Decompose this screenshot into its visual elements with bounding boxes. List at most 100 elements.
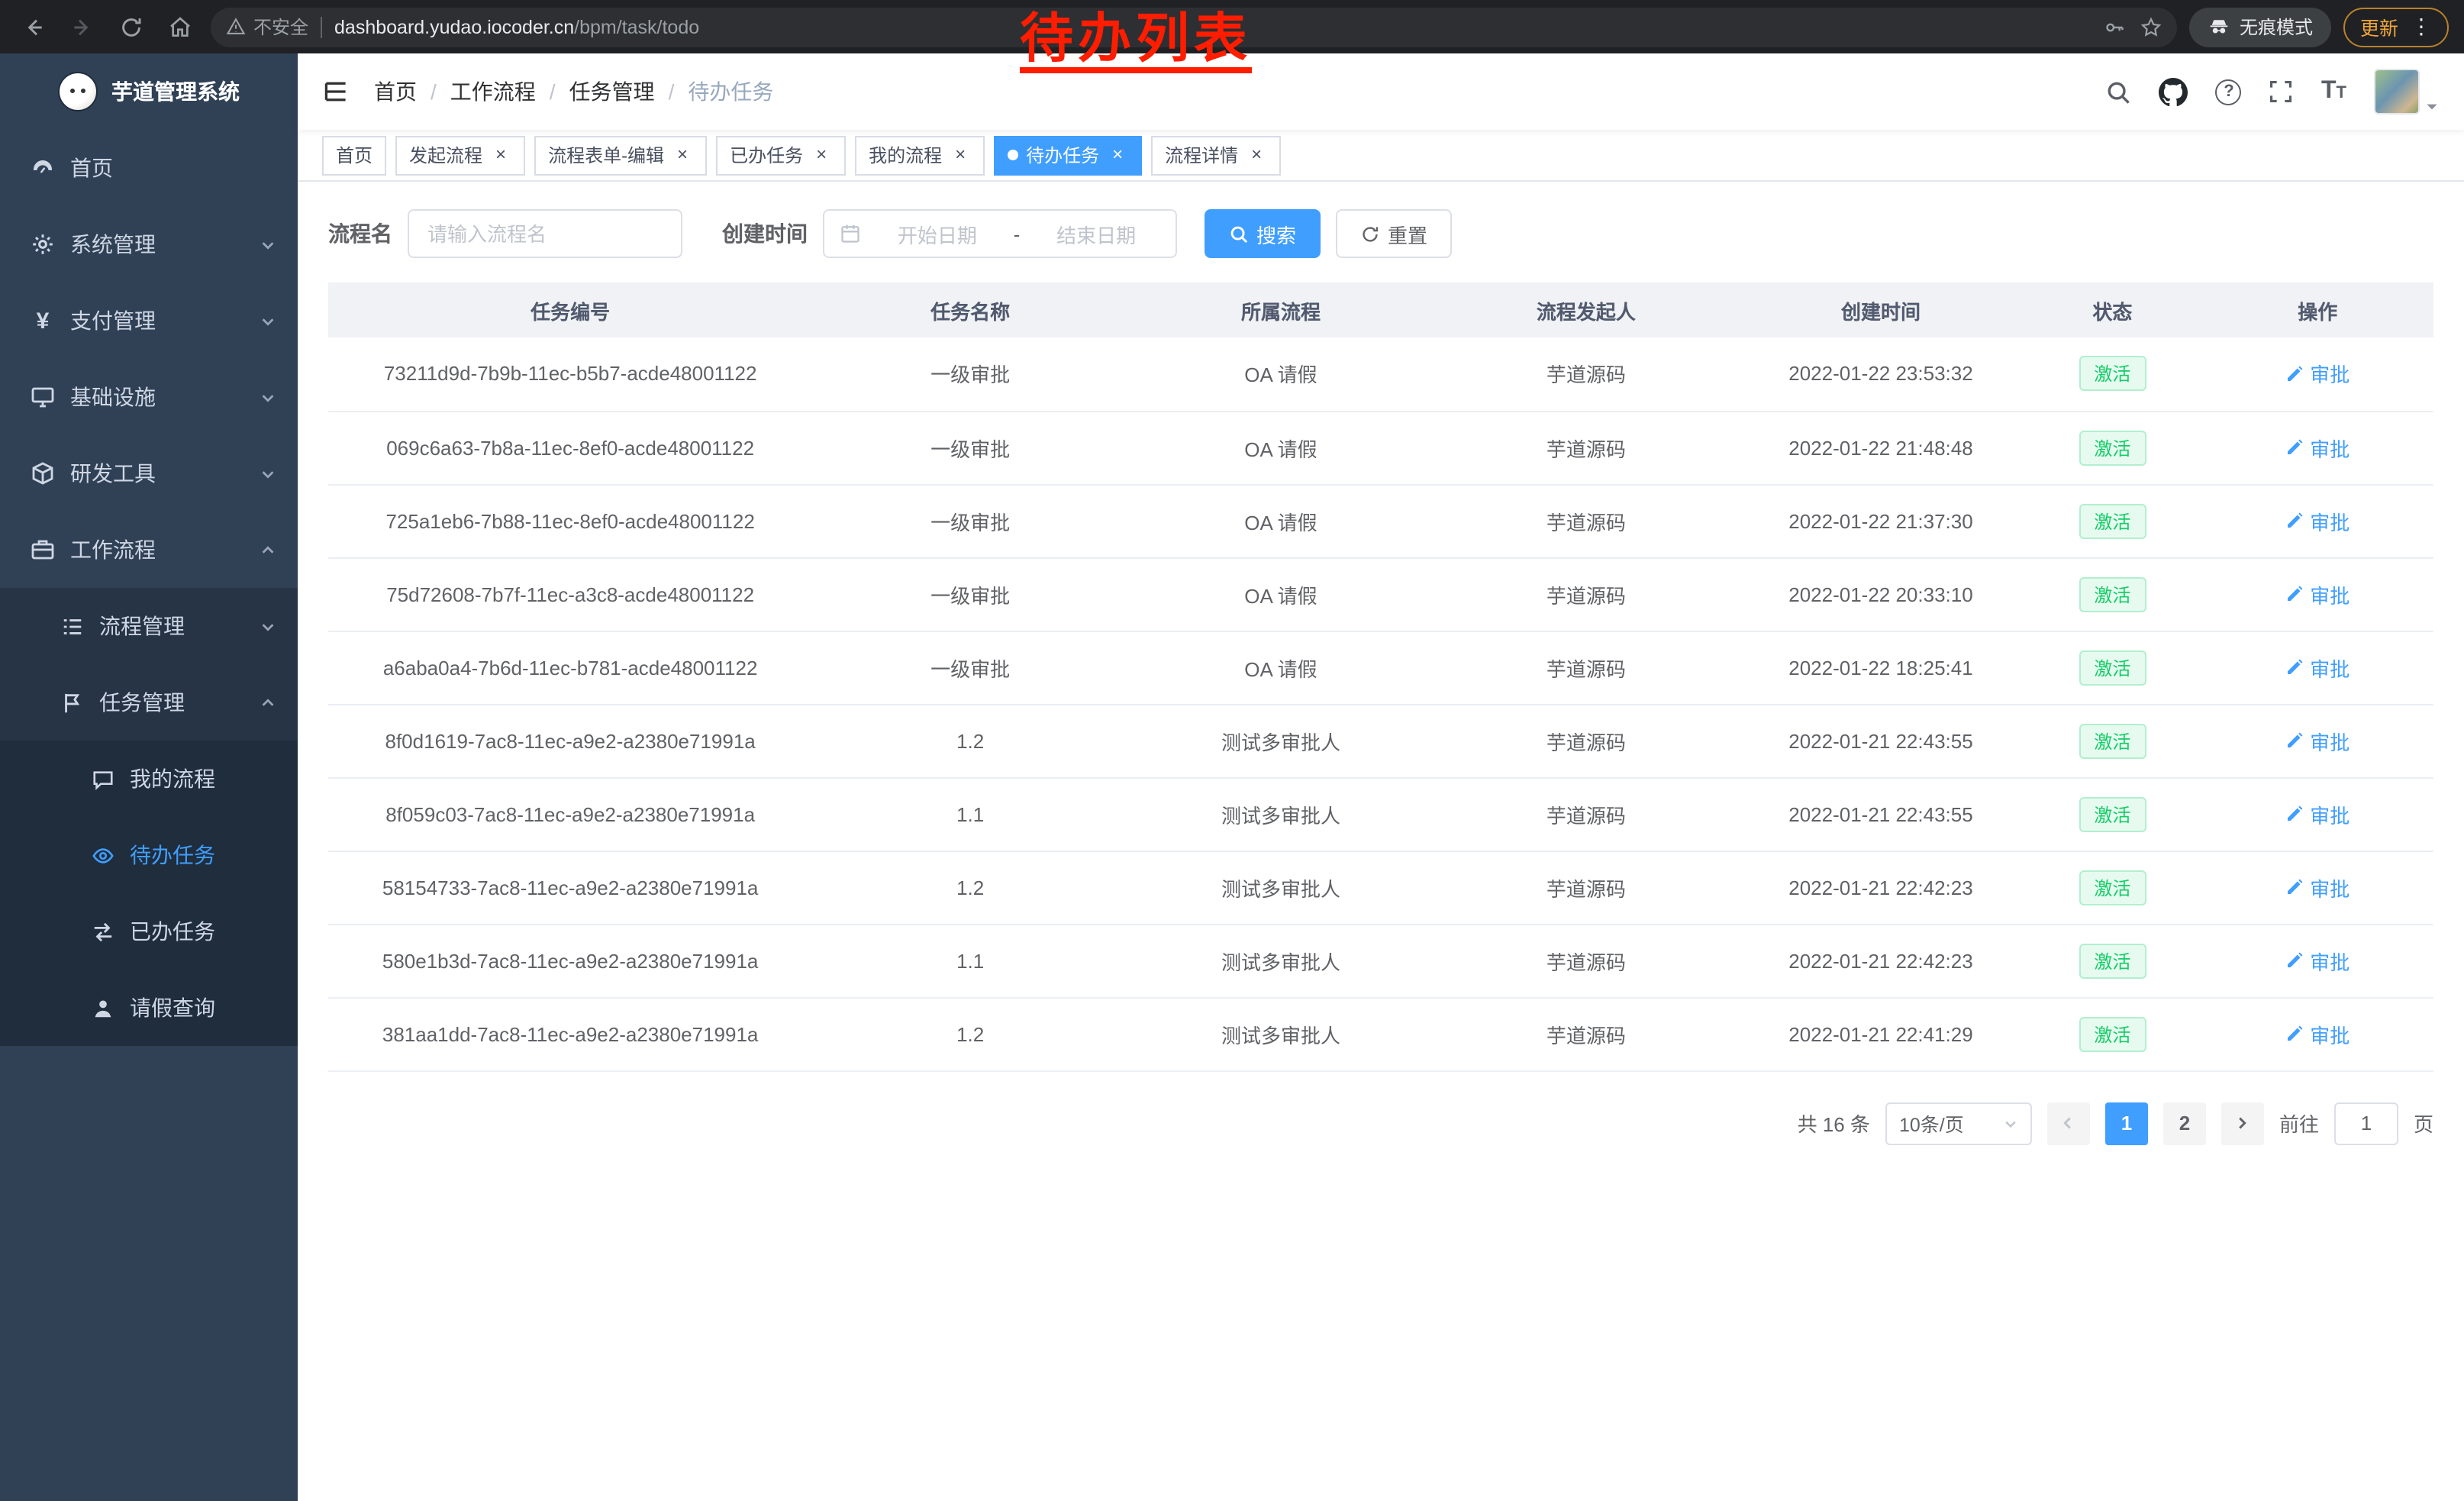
avatar[interactable] bbox=[2374, 69, 2420, 115]
reload-icon[interactable] bbox=[113, 8, 150, 45]
menu-kebab-icon[interactable]: ⋮ bbox=[2411, 14, 2432, 40]
create-time-label: 创建时间 bbox=[722, 218, 808, 249]
goto-suffix: 页 bbox=[2414, 1109, 2433, 1138]
sidebar-item-payment[interactable]: ¥ 支付管理 bbox=[0, 282, 298, 359]
incognito-label: 无痕模式 bbox=[2240, 14, 2313, 40]
fullscreen-icon[interactable] bbox=[2269, 79, 2294, 104]
approve-link[interactable]: 审批 bbox=[2285, 1019, 2350, 1048]
chevron-down-icon bbox=[2003, 1115, 2018, 1131]
update-button[interactable]: 更新 ⋮ bbox=[2343, 7, 2449, 47]
logo-avatar bbox=[58, 72, 98, 111]
tab-todo-tasks[interactable]: 待办任务× bbox=[994, 135, 1142, 175]
approve-link[interactable]: 审批 bbox=[2285, 506, 2350, 535]
sidebar-item-done-tasks[interactable]: 已办任务 bbox=[0, 893, 298, 970]
approve-link[interactable]: 审批 bbox=[2285, 433, 2350, 462]
close-icon[interactable]: × bbox=[1107, 144, 1128, 166]
sidebar-item-leave-query[interactable]: 请假查询 bbox=[0, 970, 298, 1046]
top-navbar: 首页 / 工作流程 / 任务管理 / 待办任务 ? TT bbox=[298, 53, 2464, 130]
help-icon[interactable]: ? bbox=[2216, 79, 2242, 105]
process-name-label: 流程名 bbox=[328, 218, 392, 249]
home-icon[interactable] bbox=[162, 8, 198, 45]
close-icon[interactable]: × bbox=[1246, 144, 1267, 166]
approve-link[interactable]: 审批 bbox=[2285, 946, 2350, 975]
search-button[interactable]: 搜索 bbox=[1205, 209, 1321, 258]
collapse-sidebar-icon[interactable] bbox=[322, 78, 350, 105]
yen-icon: ¥ bbox=[31, 308, 55, 334]
gear-icon bbox=[31, 232, 55, 257]
sidebar-item-devtools[interactable]: 研发工具 bbox=[0, 435, 298, 512]
reset-button[interactable]: 重置 bbox=[1336, 209, 1452, 258]
approve-link[interactable]: 审批 bbox=[2285, 799, 2350, 828]
font-size-icon[interactable]: TT bbox=[2321, 78, 2346, 105]
chevron-down-icon bbox=[260, 312, 276, 329]
close-icon[interactable]: × bbox=[672, 144, 693, 166]
close-icon[interactable]: × bbox=[950, 144, 971, 166]
pagination: 共 16 条 10条/页 1 2 前往 页 bbox=[328, 1102, 2433, 1144]
page-button-2[interactable]: 2 bbox=[2163, 1102, 2206, 1144]
tab-my-process[interactable]: 我的流程× bbox=[855, 135, 985, 175]
chevron-right-icon bbox=[2234, 1115, 2251, 1131]
next-page-button[interactable] bbox=[2221, 1102, 2264, 1144]
search-icon bbox=[1229, 224, 1249, 244]
tab-home[interactable]: 首页 bbox=[322, 135, 386, 175]
breadcrumb-workflow[interactable]: 工作流程 bbox=[450, 76, 536, 107]
bookmark-star-icon[interactable] bbox=[2140, 16, 2162, 37]
sidebar-item-home[interactable]: 首页 bbox=[0, 130, 298, 206]
tab-done-tasks[interactable]: 已办任务× bbox=[716, 135, 846, 175]
pen-icon bbox=[2285, 658, 2304, 676]
caret-down-icon bbox=[2424, 99, 2440, 115]
breadcrumb-home[interactable]: 首页 bbox=[374, 76, 417, 107]
sidebar-item-infrastructure[interactable]: 基础设施 bbox=[0, 359, 298, 435]
calendar-icon bbox=[840, 223, 861, 244]
sidebar: 芋道管理系统 首页 系统管理 ¥ 支付管理 基础设施 bbox=[0, 53, 298, 1501]
sidebar-item-workflow[interactable]: 工作流程 bbox=[0, 512, 298, 588]
incognito-badge: 无痕模式 bbox=[2189, 7, 2331, 47]
tab-start-process[interactable]: 发起流程× bbox=[395, 135, 525, 175]
security-chip[interactable]: 不安全 bbox=[226, 14, 308, 40]
sidebar-item-system[interactable]: 系统管理 bbox=[0, 206, 298, 282]
user-menu[interactable] bbox=[2374, 69, 2440, 115]
process-name-input[interactable] bbox=[408, 209, 682, 258]
refresh-icon bbox=[1360, 224, 1380, 244]
sidebar-item-todo-tasks[interactable]: 待办任务 bbox=[0, 817, 298, 893]
date-range-picker[interactable]: 开始日期 - 结束日期 bbox=[823, 209, 1177, 258]
page-content: 流程名 创建时间 开始日期 - 结束日期 搜索 重 bbox=[298, 182, 2464, 1501]
prev-page-button[interactable] bbox=[2047, 1102, 2090, 1144]
back-icon[interactable] bbox=[15, 8, 52, 45]
tab-process-form-edit[interactable]: 流程表单-编辑× bbox=[534, 135, 707, 175]
table-row: 8f0d1619-7ac8-11ec-a9e2-a2380e71991a1.2测… bbox=[328, 704, 2433, 777]
close-icon[interactable]: × bbox=[811, 144, 832, 166]
search-icon[interactable] bbox=[2106, 79, 2132, 105]
chevron-down-icon bbox=[260, 618, 276, 634]
col-task-id: 任务编号 bbox=[328, 282, 812, 337]
goto-page-input[interactable] bbox=[2334, 1102, 2398, 1144]
sidebar-item-task-management[interactable]: 任务管理 bbox=[0, 664, 298, 741]
range-separator: - bbox=[1014, 222, 1021, 245]
key-icon[interactable] bbox=[2104, 16, 2125, 37]
status-badge: 激活 bbox=[2079, 1016, 2146, 1051]
person-icon bbox=[92, 996, 114, 1019]
forward-icon[interactable] bbox=[64, 8, 101, 45]
chevron-down-icon bbox=[260, 465, 276, 482]
close-icon[interactable]: × bbox=[490, 144, 511, 166]
approve-link[interactable]: 审批 bbox=[2285, 360, 2350, 389]
col-status: 状态 bbox=[2023, 282, 2201, 337]
page-button-1[interactable]: 1 bbox=[2105, 1102, 2148, 1144]
pen-icon bbox=[2285, 951, 2304, 970]
approve-link[interactable]: 审批 bbox=[2285, 579, 2350, 608]
annotation-overlay: 待办列表 bbox=[1020, 12, 1252, 73]
chevron-down-icon bbox=[260, 389, 276, 405]
approve-link[interactable]: 审批 bbox=[2285, 653, 2350, 682]
approve-link[interactable]: 审批 bbox=[2285, 726, 2350, 755]
total-count: 共 16 条 bbox=[1798, 1109, 1870, 1138]
approve-link[interactable]: 审批 bbox=[2285, 873, 2350, 902]
tab-process-detail[interactable]: 流程详情× bbox=[1151, 135, 1281, 175]
end-date-placeholder: 结束日期 bbox=[1032, 219, 1160, 248]
app-logo[interactable]: 芋道管理系统 bbox=[0, 53, 298, 130]
page-size-select[interactable]: 10条/页 bbox=[1885, 1102, 2032, 1144]
table-row: 75d72608-7b7f-11ec-a3c8-acde48001122一级审批… bbox=[328, 557, 2433, 631]
sidebar-item-process-management[interactable]: 流程管理 bbox=[0, 588, 298, 664]
breadcrumb-task-management[interactable]: 任务管理 bbox=[569, 76, 655, 107]
sidebar-item-my-process[interactable]: 我的流程 bbox=[0, 741, 298, 817]
github-icon[interactable] bbox=[2159, 77, 2188, 106]
